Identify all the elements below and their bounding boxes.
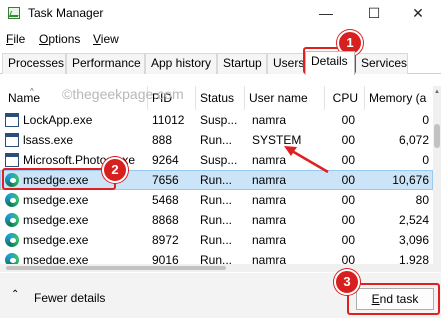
process-pid: 5468	[152, 193, 179, 207]
fewer-details-link[interactable]: ⌃ Fewer details	[11, 289, 106, 305]
table-row[interactable]: msedge.exe 8972 Run... namra 00 3,096	[0, 230, 433, 250]
window-icon	[5, 113, 19, 127]
tab-services[interactable]: Services	[355, 53, 408, 74]
window-title: Task Manager	[28, 6, 104, 20]
window-icon	[5, 133, 19, 147]
process-pid: 8972	[152, 233, 179, 247]
close-button[interactable]: ✕	[398, 2, 438, 24]
process-pid: 7656	[152, 173, 179, 187]
step-3-badge: 3	[334, 269, 360, 295]
tab-startup[interactable]: Startup	[217, 53, 267, 74]
table-row-selected[interactable]: msedge.exe 7656 Run... namra 00 10,676	[0, 170, 433, 190]
process-memory: 3,096	[398, 233, 429, 247]
process-status: Run...	[200, 193, 233, 207]
process-status: Run...	[200, 233, 233, 247]
process-cpu: 00	[341, 233, 355, 247]
process-status: Susp...	[200, 113, 238, 127]
process-status: Run...	[200, 213, 233, 227]
edge-icon	[5, 173, 19, 187]
fewer-details-label: Fewer details	[34, 291, 106, 305]
horizontal-scrollbar[interactable]	[0, 264, 441, 272]
table-row[interactable]: msedge.exe 8868 Run... namra 00 2,524	[0, 210, 433, 230]
menu-bar: File Options View	[0, 29, 441, 49]
process-name: lsass.exe	[23, 133, 74, 147]
process-memory: 80	[415, 193, 429, 207]
tab-processes[interactable]: Processes	[2, 53, 66, 74]
table-row[interactable]: Microsoft.Photos.exe 9264 Susp... namra …	[0, 150, 433, 170]
process-name: msedge.exe	[23, 233, 89, 247]
minimize-button[interactable]: —	[306, 2, 346, 24]
vertical-scrollbar[interactable]: ▲	[433, 86, 441, 264]
process-pid: 9264	[152, 153, 179, 167]
process-user: namra	[252, 173, 287, 187]
table-row[interactable]: msedge.exe 5468 Run... namra 00 80	[0, 190, 433, 210]
process-user: namra	[252, 153, 287, 167]
process-pid: 11012	[152, 113, 185, 127]
menu-view[interactable]: View	[93, 32, 119, 46]
tab-strip: Processes Performance App history Startu…	[0, 50, 441, 75]
watermark-text: ©thegeekpage.com	[62, 86, 184, 102]
process-memory: 2,524	[398, 213, 429, 227]
menu-file[interactable]: File	[6, 32, 25, 46]
process-name: msedge.exe	[23, 173, 89, 187]
process-status: Run...	[200, 173, 233, 187]
vertical-scroll-thumb[interactable]	[434, 124, 440, 148]
process-status: Run...	[200, 133, 233, 147]
process-name: LockApp.exe	[23, 113, 93, 127]
tab-users[interactable]: Users	[267, 53, 305, 74]
scroll-up-icon[interactable]: ▲	[434, 89, 440, 95]
edge-icon	[5, 193, 19, 207]
process-memory: 6,072	[398, 133, 429, 147]
table-row[interactable]: LockApp.exe 11012 Susp... namra 00 0	[0, 110, 433, 130]
process-cpu: 00	[341, 133, 355, 147]
process-user: namra	[252, 113, 287, 127]
process-user: namra	[252, 233, 287, 247]
process-cpu: 00	[341, 173, 355, 187]
process-cpu: 00	[341, 193, 355, 207]
title-bar: Task Manager — ☐ ✕	[0, 0, 441, 28]
task-manager-app-icon	[8, 7, 20, 19]
column-header-user-name[interactable]: User name	[245, 86, 325, 110]
column-header-memory[interactable]: Memory (a	[365, 86, 433, 110]
chevron-up-icon: ⌃	[11, 289, 20, 300]
end-task-button[interactable]: End task	[356, 288, 434, 310]
tab-performance[interactable]: Performance	[66, 53, 145, 74]
process-name: msedge.exe	[23, 213, 89, 227]
menu-options[interactable]: Options	[39, 32, 80, 46]
maximize-button[interactable]: ☐	[354, 2, 394, 24]
process-memory: 0	[422, 153, 429, 167]
process-name: Microsoft.Photos.exe	[23, 153, 136, 167]
process-user: namra	[252, 193, 287, 207]
edge-icon	[5, 213, 19, 227]
window-icon	[5, 153, 19, 167]
process-cpu: 00	[341, 113, 355, 127]
edge-icon	[5, 233, 19, 247]
process-user: SYSTEM	[252, 133, 302, 147]
process-pid: 8868	[152, 213, 179, 227]
horizontal-scroll-thumb[interactable]	[6, 266, 226, 270]
footer-bar: ⌃ Fewer details End task	[0, 273, 441, 318]
column-header-cpu[interactable]: CPU	[325, 86, 365, 110]
process-name: msedge.exe	[23, 193, 89, 207]
process-user: namra	[252, 213, 287, 227]
column-header-status[interactable]: Status	[196, 86, 245, 110]
tab-details[interactable]: Details	[305, 51, 355, 75]
table-row[interactable]: lsass.exe 888 Run... SYSTEM 00 6,072	[0, 130, 433, 150]
tab-app-history[interactable]: App history	[145, 53, 217, 74]
process-pid: 888	[152, 133, 173, 147]
process-table: ^ Name PID Status User name CPU Memory (…	[0, 86, 441, 266]
sort-up-icon: ^	[30, 87, 34, 96]
process-status: Susp...	[200, 153, 238, 167]
process-cpu: 00	[341, 213, 355, 227]
process-cpu: 00	[341, 153, 355, 167]
process-memory: 0	[422, 113, 429, 127]
process-memory: 10,676	[392, 173, 429, 187]
step-2-badge: 2	[102, 157, 128, 183]
